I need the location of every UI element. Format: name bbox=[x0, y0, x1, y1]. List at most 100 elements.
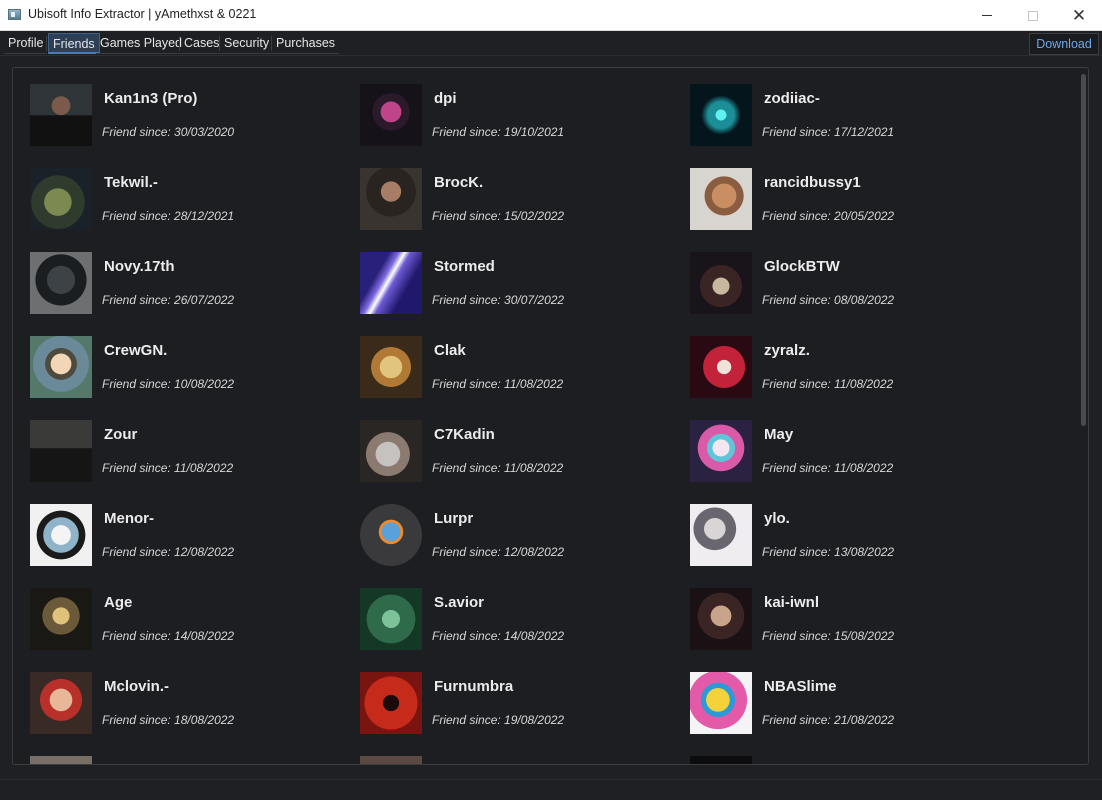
friend-since: Friend since: 08/08/2022 bbox=[762, 293, 895, 307]
friend-since: Friend since: 30/03/2020 bbox=[102, 125, 235, 139]
window-title: Ubisoft Info Extractor | yAmethxst & 022… bbox=[28, 7, 257, 21]
friend-since: Friend since: 11/08/2022 bbox=[432, 461, 564, 475]
friend-avatar bbox=[690, 168, 752, 230]
friend-since: Friend since: 11/08/2022 bbox=[102, 461, 234, 475]
vertical-scrollbar[interactable] bbox=[1081, 74, 1086, 426]
friend-card[interactable]: Furnumbra Friend since: 19/08/2022 bbox=[360, 672, 680, 742]
friend-avatar bbox=[360, 504, 422, 566]
tab-purchases[interactable]: Purchases bbox=[272, 33, 340, 54]
friend-card[interactable]: C7Kadin Friend since: 11/08/2022 bbox=[360, 420, 680, 490]
friend-card[interactable]: S.avior Friend since: 14/08/2022 bbox=[360, 588, 680, 658]
friend-card[interactable]: kai-iwnl Friend since: 15/08/2022 bbox=[690, 588, 1010, 658]
close-icon: ✕ bbox=[1071, 5, 1087, 26]
friend-avatar bbox=[360, 588, 422, 650]
friend-name: Lurpr bbox=[434, 510, 474, 527]
friend-since: Friend since: 17/12/2021 bbox=[762, 125, 895, 139]
friend-since: Friend since: 19/08/2022 bbox=[432, 713, 565, 727]
friend-card[interactable]: GlockBTW Friend since: 08/08/2022 bbox=[690, 252, 1010, 322]
friend-since: Friend since: 30/07/2022 bbox=[432, 293, 565, 307]
friend-card[interactable]: Zour Friend since: 11/08/2022 bbox=[30, 420, 350, 490]
maximize-button[interactable] bbox=[1010, 0, 1056, 31]
friend-card[interactable]: zyralz. Friend since: 11/08/2022 bbox=[690, 336, 1010, 406]
friend-since: Friend since: 26/07/2022 bbox=[102, 293, 235, 307]
friend-name: zyralz. bbox=[764, 342, 810, 359]
friend-card[interactable]: dpi Friend since: 19/10/2021 bbox=[360, 84, 680, 154]
friend-name: Zour bbox=[104, 426, 138, 443]
friend-card[interactable]: Kan1n3 (Pro) Friend since: 30/03/2020 bbox=[30, 84, 350, 154]
tab-profile[interactable]: Profile bbox=[4, 33, 48, 54]
friend-since: Friend since: 11/08/2022 bbox=[432, 377, 564, 391]
tab-friends[interactable]: Friends bbox=[48, 33, 100, 54]
friend-name: C7Kadin bbox=[434, 426, 495, 443]
friend-avatar bbox=[690, 252, 752, 314]
friend-card[interactable]: Novy.17th Friend since: 26/07/2022 bbox=[30, 252, 350, 322]
friend-avatar bbox=[30, 672, 92, 734]
friend-avatar bbox=[30, 252, 92, 314]
friend-name: kai-iwnl bbox=[764, 594, 820, 611]
status-bar bbox=[0, 779, 1102, 800]
friend-name: S.avior bbox=[434, 594, 485, 611]
friend-avatar bbox=[30, 84, 92, 146]
title-bar: Ubisoft Info Extractor | yAmethxst & 022… bbox=[0, 0, 1102, 31]
friend-card[interactable]: Tekwil.- Friend since: 28/12/2021 bbox=[30, 168, 350, 238]
friend-card[interactable]: ylo. Friend since: 13/08/2022 bbox=[690, 504, 1010, 574]
friend-avatar bbox=[690, 420, 752, 482]
maximize-icon bbox=[1028, 10, 1038, 21]
friend-card[interactable]: Mclovin.- Friend since: 18/08/2022 bbox=[30, 672, 350, 742]
friend-card[interactable]: Stormed Friend since: 30/07/2022 bbox=[360, 252, 680, 322]
minimize-button[interactable] bbox=[964, 0, 1010, 31]
friend-avatar bbox=[360, 756, 422, 764]
friend-name: dpi bbox=[434, 90, 457, 107]
friend-card[interactable]: Menor- Friend since: 12/08/2022 bbox=[30, 504, 350, 574]
friend-name: Clak bbox=[434, 342, 466, 359]
friend-name: Age bbox=[104, 594, 133, 611]
download-button[interactable]: Download bbox=[1029, 33, 1099, 55]
tab-divider bbox=[46, 36, 47, 51]
friend-since: Friend since: 21/08/2022 bbox=[762, 713, 895, 727]
friend-avatar bbox=[30, 588, 92, 650]
friend-avatar bbox=[30, 420, 92, 482]
friend-name: Kan1n3 (Pro) bbox=[104, 90, 198, 107]
friend-card[interactable]: rancidbussy1 Friend since: 20/05/2022 bbox=[690, 168, 1010, 238]
tab-cases[interactable]: Cases bbox=[180, 33, 224, 54]
friend-card[interactable]: May Friend since: 11/08/2022 bbox=[690, 420, 1010, 490]
friend-card[interactable]: Clak Friend since: 11/08/2022 bbox=[360, 336, 680, 406]
friend-avatar bbox=[30, 336, 92, 398]
friend-avatar bbox=[690, 84, 752, 146]
friend-since: Friend since: 15/02/2022 bbox=[432, 209, 565, 223]
friend-avatar bbox=[30, 756, 92, 764]
friend-name: ylo. bbox=[764, 510, 790, 527]
friend-since: Friend since: 18/08/2022 bbox=[102, 713, 235, 727]
friend-avatar bbox=[360, 336, 422, 398]
friend-card[interactable]: CrewGN. Friend since: 10/08/2022 bbox=[30, 336, 350, 406]
friend-avatar bbox=[690, 504, 752, 566]
friend-name: NBASlime bbox=[764, 678, 837, 695]
friend-avatar bbox=[690, 672, 752, 734]
friend-avatar bbox=[690, 588, 752, 650]
friend-avatar bbox=[690, 756, 752, 764]
friend-since: Friend since: 14/08/2022 bbox=[102, 629, 235, 643]
minimize-icon bbox=[982, 15, 992, 16]
friend-avatar bbox=[360, 168, 422, 230]
friend-card[interactable]: zodiiac- Friend since: 17/12/2021 bbox=[690, 84, 1010, 154]
friend-since: Friend since: 11/08/2022 bbox=[762, 377, 894, 391]
friend-card[interactable]: BrocK. Friend since: 15/02/2022 bbox=[360, 168, 680, 238]
friend-avatar bbox=[30, 168, 92, 230]
friend-since: Friend since: 12/08/2022 bbox=[432, 545, 565, 559]
friend-card[interactable]: Lurpr Friend since: 12/08/2022 bbox=[360, 504, 680, 574]
friend-avatar bbox=[360, 672, 422, 734]
friend-card[interactable]: NBASlime Friend since: 21/08/2022 bbox=[690, 672, 1010, 742]
close-button[interactable]: ✕ bbox=[1056, 0, 1102, 31]
friend-since: Friend since: 20/05/2022 bbox=[762, 209, 895, 223]
tab-security[interactable]: Security bbox=[220, 33, 274, 54]
app-window-icon bbox=[8, 9, 21, 20]
friend-name: Novy.17th bbox=[104, 258, 175, 275]
friend-name: Furnumbra bbox=[434, 678, 514, 695]
friend-since: Friend since: 11/08/2022 bbox=[762, 461, 894, 475]
friend-card[interactable]: Age Friend since: 14/08/2022 bbox=[30, 588, 350, 658]
friend-since: Friend since: 12/08/2022 bbox=[102, 545, 235, 559]
friend-since: Friend since: 28/12/2021 bbox=[102, 209, 235, 223]
friend-since: Friend since: 19/10/2021 bbox=[432, 125, 565, 139]
tab-games-played[interactable]: Games Played bbox=[96, 33, 186, 54]
friend-name: zodiiac- bbox=[764, 90, 820, 107]
